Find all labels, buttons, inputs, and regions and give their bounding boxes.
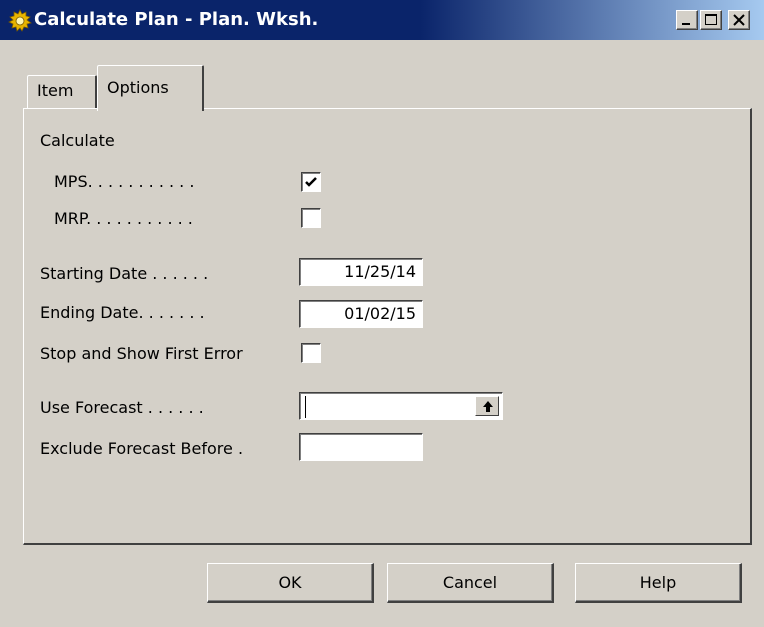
title-bar[interactable]: Calculate Plan - Plan. Wksh. (0, 0, 764, 40)
tab-item[interactable]: Item (27, 75, 97, 108)
maximize-button[interactable] (700, 10, 722, 30)
mps-checkbox[interactable] (301, 172, 321, 192)
window-title: Calculate Plan - Plan. Wksh. (34, 9, 319, 30)
calculate-heading: Calculate (40, 131, 115, 150)
stop-error-checkbox[interactable] (301, 343, 321, 363)
help-button[interactable]: Help (575, 563, 742, 603)
use-forecast-lookup-button[interactable] (475, 396, 499, 416)
ending-date-label: Ending Date. . . . . . . (40, 303, 205, 322)
stop-error-label: Stop and Show First Error (40, 344, 243, 363)
use-forecast-field[interactable] (299, 392, 503, 420)
ok-button[interactable]: OK (207, 563, 374, 603)
tab-options[interactable]: Options (97, 65, 204, 111)
exclude-forecast-label: Exclude Forecast Before . (40, 439, 244, 458)
minimize-button[interactable] (676, 10, 698, 30)
checkmark-icon (305, 177, 317, 187)
mps-label: MPS. . . . . . . . . . . (54, 172, 195, 191)
ending-date-field[interactable]: 01/02/15 (299, 300, 423, 328)
close-button[interactable] (728, 10, 750, 30)
tab-item-label: Item (37, 81, 74, 100)
starting-date-label: Starting Date . . . . . . (40, 264, 209, 283)
exclude-forecast-field[interactable] (299, 433, 423, 461)
arrow-up-icon (483, 401, 493, 412)
starting-date-field[interactable]: 11/25/14 (299, 258, 423, 286)
gear-icon[interactable] (8, 9, 32, 33)
mrp-checkbox[interactable] (301, 208, 321, 228)
text-cursor (305, 396, 306, 418)
tab-options-label: Options (107, 78, 169, 97)
mrp-label: MRP. . . . . . . . . . . (54, 209, 193, 228)
cancel-button[interactable]: Cancel (387, 563, 554, 603)
use-forecast-label: Use Forecast . . . . . . (40, 398, 204, 417)
